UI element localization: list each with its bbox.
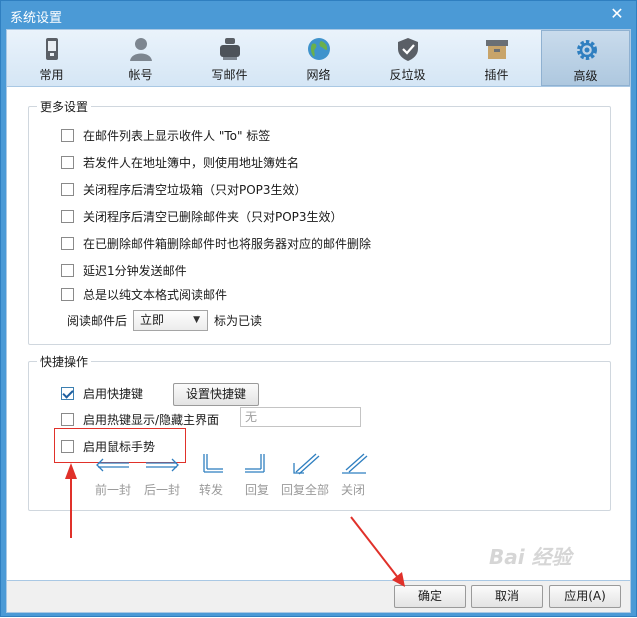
checkbox[interactable] (61, 412, 74, 426)
tab-label: 插件 (484, 68, 509, 82)
option-plain-text[interactable]: 总是以纯文本格式阅读邮件 (61, 285, 227, 303)
checkbox[interactable] (61, 263, 74, 277)
settings-window: 系统设置 ✕ 常用 帐号 写邮件 网络 反垃圾 插件 高级 更多设置 在邮件列表… (0, 0, 637, 617)
shield-icon (398, 38, 418, 61)
checkbox[interactable] (61, 236, 74, 250)
phone-icon (46, 38, 58, 60)
cancel-button[interactable]: 取消 (471, 585, 543, 608)
user-icon (130, 38, 152, 61)
checkbox[interactable] (61, 155, 74, 169)
diagonal-arrow-icon (293, 453, 320, 475)
ok-button[interactable]: 确定 (394, 585, 466, 608)
down-right-icon (203, 454, 223, 473)
option-empty-deleted[interactable]: 关闭程序后清空已删除邮件夹（只对POP3生效） (61, 207, 343, 225)
tab-label: 反垃圾 (389, 68, 426, 82)
read-mail-select[interactable]: 立即 ▼ (133, 309, 209, 331)
globe-icon (308, 38, 330, 60)
tab-label: 网络 (306, 68, 331, 82)
option-hotkey-toggle[interactable]: 启用热键显示/隐藏主界面 (61, 410, 219, 428)
gesture-close: 关闭 (330, 453, 376, 501)
option-label: 总是以纯文本格式阅读邮件 (83, 287, 228, 302)
checkbox[interactable] (61, 386, 74, 400)
option-label: 延迟1分钟发送邮件 (83, 263, 187, 278)
gesture-label: 关闭 (340, 483, 365, 497)
select-value: 立即 (140, 312, 165, 327)
option-use-addressbook-name[interactable]: 若发件人在地址簿中，则使用地址簿姓名 (61, 153, 299, 171)
set-hotkeys-button[interactable]: 设置快捷键 (173, 383, 259, 406)
checkbox[interactable] (61, 128, 74, 142)
tab-general[interactable]: 常用 (7, 30, 96, 86)
tab-account[interactable]: 帐号 (96, 30, 185, 86)
tab-compose[interactable]: 写邮件 (185, 30, 274, 86)
title-bar: 系统设置 ✕ (1, 1, 636, 29)
read-mail-prefix: 阅读邮件后 (67, 313, 128, 328)
chevron-down-icon: ▼ (193, 314, 201, 325)
gear-icon (577, 40, 597, 60)
apply-button[interactable]: 应用(A) (549, 585, 621, 608)
arrow-right-icon (146, 458, 179, 472)
option-delete-on-server[interactable]: 在已删除邮件箱删除邮件时也将服务器对应的邮件删除 (61, 234, 371, 252)
box-icon (486, 40, 508, 59)
checkbox[interactable] (61, 209, 74, 223)
tab-label: 帐号 (128, 68, 153, 82)
read-mail-suffix: 标为已读 (214, 313, 263, 328)
group-title: 快捷操作 (40, 355, 89, 369)
option-label: 启用热键显示/隐藏主界面 (83, 412, 220, 427)
checkbox[interactable] (61, 287, 74, 301)
read-mail-row: 阅读邮件后 立即 ▼ 标为已读 (67, 309, 262, 331)
checkbox[interactable] (61, 182, 74, 196)
settings-tabs: 常用 帐号 写邮件 网络 反垃圾 插件 高级 (6, 29, 631, 87)
tab-network[interactable]: 网络 (274, 30, 363, 86)
watermark-text: Bai 经验 (489, 545, 572, 569)
option-empty-junk[interactable]: 关闭程序后清空垃圾箱（只对POP3生效） (61, 180, 307, 198)
option-delay-send[interactable]: 延迟1分钟发送邮件 (61, 261, 187, 279)
option-enable-hotkeys[interactable]: 启用快捷键 (61, 384, 143, 402)
option-label: 关闭程序后清空垃圾箱（只对POP3生效） (83, 182, 307, 197)
close-icon[interactable]: ✕ (608, 5, 626, 23)
hotkey-input[interactable]: 无 (240, 407, 361, 427)
option-label: 关闭程序后清空已删除邮件夹（只对POP3生效） (83, 209, 343, 224)
group-title: 更多设置 (40, 100, 89, 114)
tab-advanced[interactable]: 高级 (541, 30, 630, 86)
diagonal-corner-icon (342, 453, 368, 474)
tab-plugins[interactable]: 插件 (452, 30, 541, 86)
down-left-icon (245, 454, 265, 473)
option-label: 在已删除邮件箱删除邮件时也将服务器对应的邮件删除 (83, 236, 372, 251)
option-label: 在邮件列表上显示收件人 "To" 标签 (83, 128, 271, 143)
option-label: 启用快捷键 (83, 386, 144, 401)
tab-antispam[interactable]: 反垃圾 (363, 30, 452, 86)
window-title: 系统设置 (10, 11, 63, 26)
tab-label: 高级 (573, 69, 598, 83)
arrow-left-icon (96, 458, 129, 472)
compose-icon (220, 38, 240, 60)
option-label: 若发件人在地址簿中，则使用地址簿姓名 (83, 155, 300, 170)
tab-label: 常用 (39, 68, 64, 82)
option-show-to-label[interactable]: 在邮件列表上显示收件人 "To" 标签 (61, 126, 270, 144)
tab-label: 写邮件 (211, 68, 248, 82)
